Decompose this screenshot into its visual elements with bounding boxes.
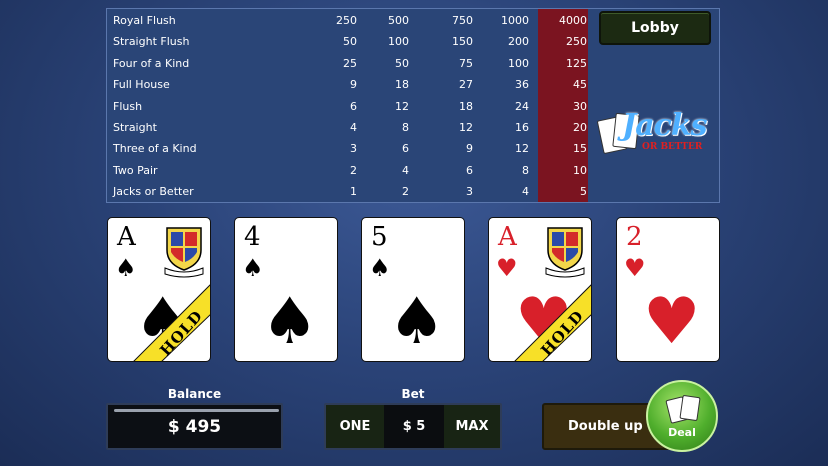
paytable-payout: 12 xyxy=(459,121,473,134)
paytable-hand-name: Two Pair xyxy=(113,163,158,177)
bet-control: ONE $ 5 MAX xyxy=(324,403,502,450)
paytable-payout: 8 xyxy=(522,163,529,177)
paytable-payout: 500 xyxy=(388,14,409,27)
balance-display: $ 495 xyxy=(106,403,283,450)
crest-icon xyxy=(545,227,585,278)
paytable-payout: 9 xyxy=(466,142,473,156)
deal-label: Deal xyxy=(668,426,696,439)
paytable-payout: 3 xyxy=(350,142,357,156)
paytable-payout: 15 xyxy=(573,142,587,156)
paytable-payout: 100 xyxy=(508,56,529,70)
card-rank: A xyxy=(117,222,136,252)
paytable-payout: 12 xyxy=(515,142,529,156)
paytable-payout: 10 xyxy=(573,163,587,177)
jacks-or-better-logo: Jacks OR BETTER xyxy=(596,104,716,164)
paytable-payout: 6 xyxy=(350,99,357,113)
paytable-payout: 9 xyxy=(350,78,357,92)
card-suit-small: ♥ xyxy=(496,254,518,282)
paytable-payout: 27 xyxy=(459,78,473,92)
bet-one-button[interactable]: ONE xyxy=(326,405,384,448)
paytable-payout: 250 xyxy=(566,35,587,49)
playing-card[interactable]: A ♥ ♥ HOLD xyxy=(488,217,592,362)
paytable-hand-name: Flush xyxy=(113,99,143,113)
paytable-payout: 125 xyxy=(566,56,587,70)
paytable-payout: 4 xyxy=(350,121,357,134)
paytable-payout: 6 xyxy=(402,142,409,156)
paytable-payout: 75 xyxy=(459,56,473,70)
paytable-payout: 50 xyxy=(343,35,357,49)
paytable-payout: 45 xyxy=(573,78,587,92)
balance-label: Balance xyxy=(167,387,222,401)
paytable-payout: 50 xyxy=(395,56,409,70)
bet-value: $ 5 xyxy=(384,405,444,448)
playing-card[interactable]: 2 ♥ ♥ xyxy=(616,217,720,362)
paytable-payout: 8 xyxy=(402,121,409,134)
card-rank: 2 xyxy=(626,222,643,252)
paytable-payout: 150 xyxy=(452,35,473,49)
paytable-payout: 6 xyxy=(466,163,473,177)
card-rank: A xyxy=(498,222,517,252)
balance-value: $ 495 xyxy=(167,417,222,437)
paytable-row: Full House 9 18 27 36 45 xyxy=(107,74,719,95)
paytable-payout: 100 xyxy=(388,35,409,49)
card-suit-big: ♠ xyxy=(261,285,319,359)
paytable-payout: 20 xyxy=(573,121,587,134)
bet-max-button[interactable]: MAX xyxy=(444,405,500,448)
paytable-payout: 1000 xyxy=(501,14,529,27)
double-up-label: Double up xyxy=(568,419,643,434)
paytable-hand-name: Royal Flush xyxy=(113,14,176,27)
card-suit-small: ♠ xyxy=(242,254,264,282)
paytable-payout: 24 xyxy=(515,99,529,113)
paytable-hand-name: Four of a Kind xyxy=(113,56,190,70)
paytable-payout: 5 xyxy=(580,185,587,199)
crest-icon xyxy=(164,227,204,278)
paytable-payout: 4 xyxy=(402,163,409,177)
card-rank: 5 xyxy=(371,222,388,252)
bet-label: Bet xyxy=(401,387,425,401)
paytable-payout: 2 xyxy=(402,185,409,199)
paytable-payout: 30 xyxy=(573,99,587,113)
paytable-payout: 12 xyxy=(395,99,409,113)
card-suit-big: ♥ xyxy=(643,285,701,359)
logo-title: Jacks xyxy=(622,108,708,143)
playing-card[interactable]: 5 ♠ ♠ xyxy=(361,217,465,362)
paytable-payout: 4000 xyxy=(559,14,587,27)
card-suit-small: ♠ xyxy=(115,254,137,282)
paytable-payout: 200 xyxy=(508,35,529,49)
paytable-hand-name: Straight Flush xyxy=(113,35,190,49)
paytable-row: Four of a Kind 25 50 75 100 125 xyxy=(107,53,719,74)
card-rank: 4 xyxy=(244,222,261,252)
paytable-payout: 3 xyxy=(466,185,473,199)
card-suit-small: ♠ xyxy=(369,254,391,282)
card-suit-small: ♥ xyxy=(624,254,646,282)
playing-card[interactable]: A ♠ ♠ HOLD xyxy=(107,217,211,362)
deal-button[interactable]: Deal xyxy=(646,380,718,452)
paytable-hand-name: Full House xyxy=(113,78,170,92)
playing-card[interactable]: 4 ♠ ♠ xyxy=(234,217,338,362)
paytable-row: Jacks or Better 1 2 3 4 5 xyxy=(107,181,719,202)
paytable-payout: 4 xyxy=(522,185,529,199)
paytable-hand-name: Straight xyxy=(113,121,157,134)
balance-bar xyxy=(114,409,279,412)
paytable-payout: 25 xyxy=(343,56,357,70)
cards-icon xyxy=(679,394,701,422)
card-suit-big: ♠ xyxy=(388,285,446,359)
paytable-hand-name: Three of a Kind xyxy=(113,142,197,156)
paytable-payout: 2 xyxy=(350,163,357,177)
lobby-button[interactable]: Lobby xyxy=(599,11,711,45)
paytable-payout: 750 xyxy=(452,14,473,27)
paytable-payout: 1 xyxy=(350,185,357,199)
paytable-payout: 16 xyxy=(515,121,529,134)
paytable-hand-name: Jacks or Better xyxy=(113,185,194,199)
paytable-payout: 250 xyxy=(336,14,357,27)
logo-subtitle: OR BETTER xyxy=(642,142,703,152)
paytable-payout: 18 xyxy=(459,99,473,113)
paytable-payout: 36 xyxy=(515,78,529,92)
paytable-payout: 18 xyxy=(395,78,409,92)
